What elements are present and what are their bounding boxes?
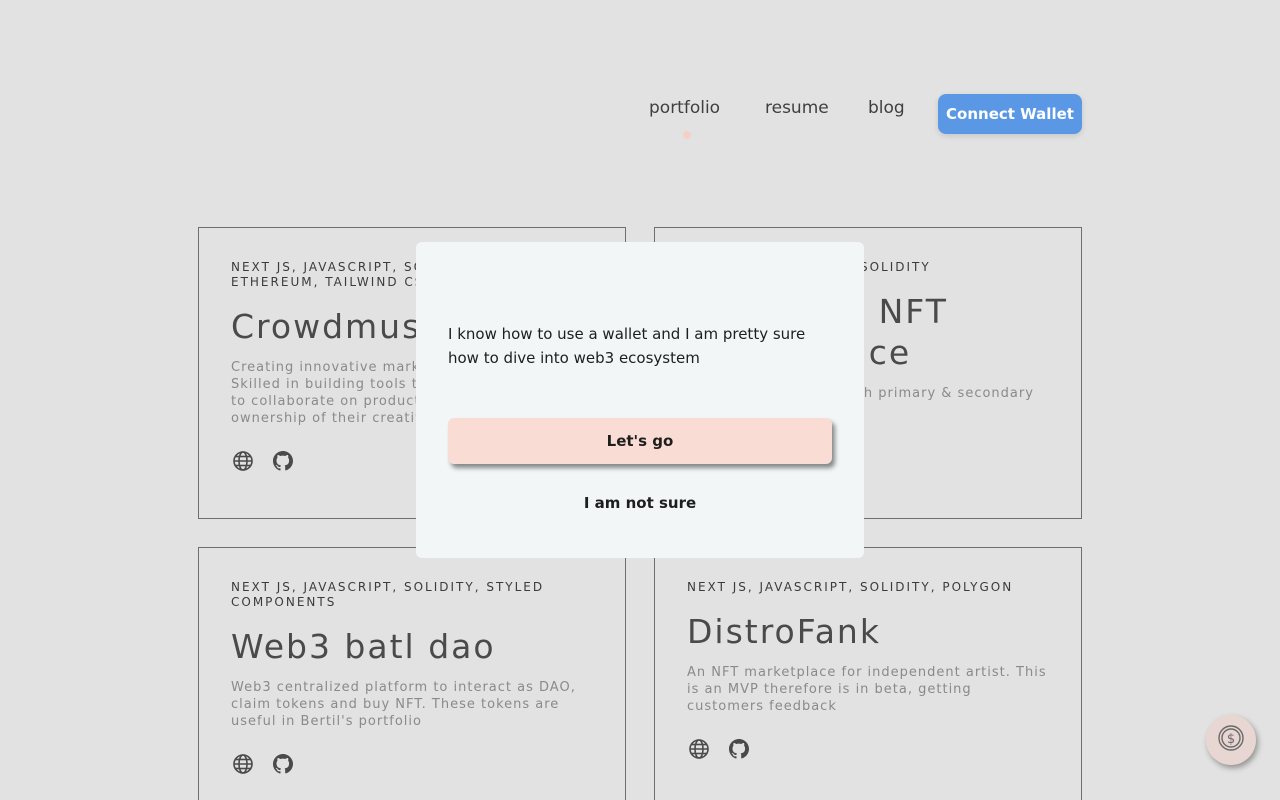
modal-message: I know how to use a wallet and I am pret… (448, 325, 806, 367)
connect-wallet-button[interactable]: Connect Wallet (938, 94, 1082, 134)
nav-link-blog[interactable]: blog (868, 98, 905, 118)
project-description: Web3 centralized platform to interact as… (231, 680, 576, 729)
project-card-web3-batl-dao: NEXT JS, JAVASCRIPT, SOLIDITY, STYLED CO… (198, 547, 626, 800)
nav-link-resume[interactable]: resume (765, 98, 829, 118)
project-title: Web3 batl dao (231, 627, 496, 666)
globe-icon[interactable] (687, 737, 711, 761)
floating-dollar-button[interactable]: $ (1206, 715, 1256, 765)
active-indicator-dot (683, 131, 691, 139)
project-title: DistroFank (687, 612, 881, 651)
project-description: An NFT marketplace for independent artis… (687, 665, 1047, 714)
project-tags: NEXT JS, JAVASCRIPT, SOLIDITY, POLYGON (687, 580, 1014, 594)
globe-icon[interactable] (231, 449, 255, 473)
top-nav: portfolio resume blog Connect Wallet (0, 94, 1280, 139)
lets-go-button[interactable]: Let's go (448, 418, 832, 464)
project-card-distrofank: NEXT JS, JAVASCRIPT, SOLIDITY, POLYGON D… (654, 547, 1082, 800)
github-icon[interactable] (271, 449, 295, 473)
not-sure-button[interactable]: I am not sure (448, 488, 832, 518)
wallet-experience-modal: I know how to use a wallet and I am pret… (416, 242, 864, 558)
project-tags: NEXT JS, JAVASCRIPT, SOLIDITY, STYLED CO… (231, 580, 545, 609)
dollar-coin-icon: $ (1217, 724, 1245, 756)
svg-text:$: $ (1227, 732, 1235, 747)
nav-link-portfolio[interactable]: portfolio (649, 98, 720, 118)
github-icon[interactable] (271, 752, 295, 776)
github-icon[interactable] (727, 737, 751, 761)
globe-icon[interactable] (231, 752, 255, 776)
